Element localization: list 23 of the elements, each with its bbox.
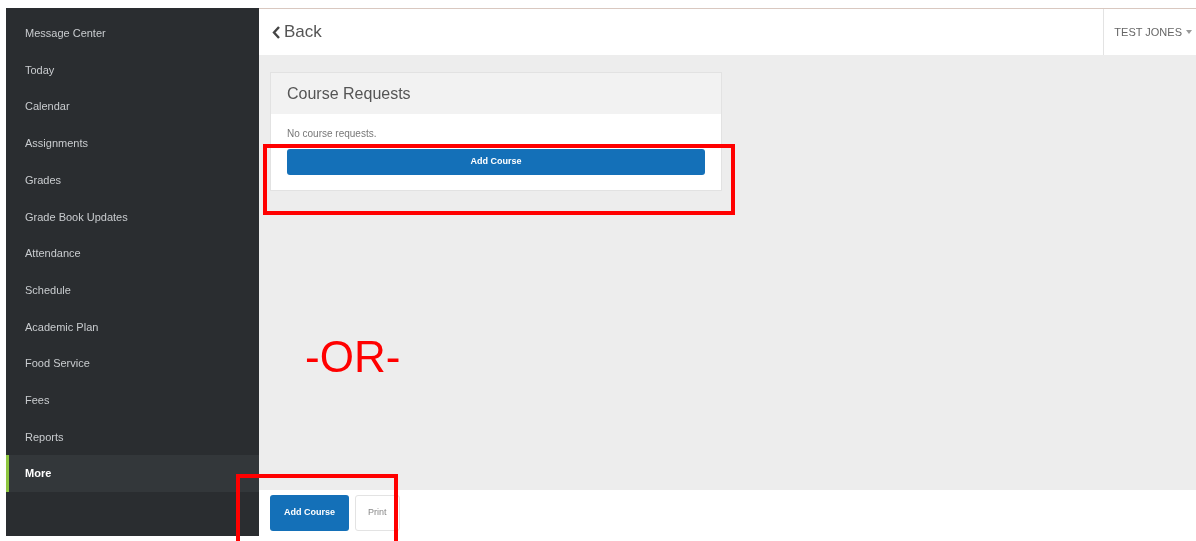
sidebar-item[interactable]: Grade Book Updates [6,198,259,236]
user-menu[interactable]: TEST JONES [1103,9,1196,55]
add-course-button[interactable]: Add Course [287,149,705,175]
sidebar-item[interactable]: Message Center [6,15,259,52]
card-title: Course Requests [287,83,411,104]
sidebar-item[interactable]: Fees [6,381,259,419]
back-button[interactable]: Back [259,19,322,45]
caret-down-icon [1186,30,1192,34]
add-course-button[interactable]: Add Course [270,495,349,531]
annotation-text: -OR- [305,332,401,382]
sidebar-item[interactable]: Calendar [6,88,259,126]
sidebar-item[interactable]: Food Service [6,345,259,382]
sidebar-item[interactable]: Schedule [6,271,259,309]
sidebar-item[interactable]: Assignments [6,125,259,162]
sidebar-item[interactable]: More [6,455,259,492]
sidebar-item[interactable]: Today [6,51,259,89]
sidebar-item[interactable]: Grades [6,161,259,199]
sidebar-item[interactable]: Attendance [6,235,259,272]
print-button[interactable]: Print [355,495,400,531]
chevron-left-icon [272,25,280,39]
sidebar-item[interactable]: Reports [6,418,259,456]
sidebar-item[interactable]: Academic Plan [6,308,259,346]
empty-message: No course requests. [287,128,378,140]
